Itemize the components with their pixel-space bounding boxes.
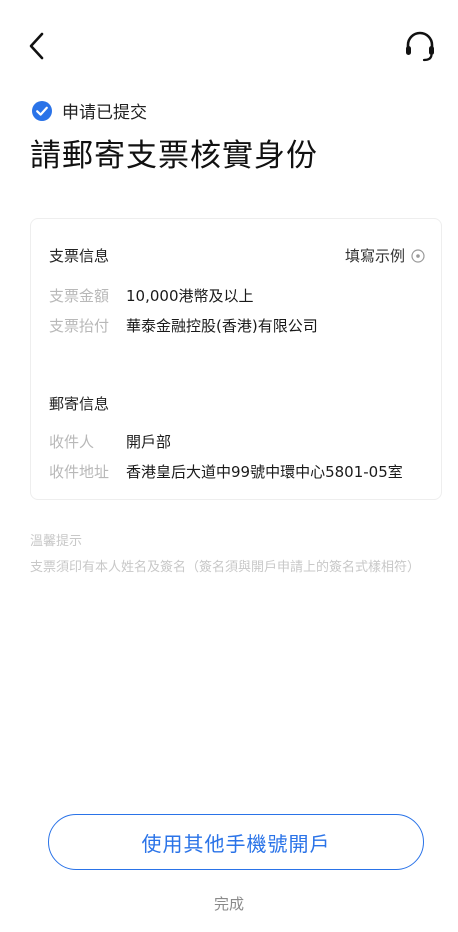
address-row: 收件地址 香港皇后大道中99號中環中心5801-05室 [49,461,403,482]
address-value: 香港皇后大道中99號中環中心5801-05室 [126,463,403,481]
done-button[interactable]: 完成 [0,893,458,914]
example-link[interactable]: 填寫示例 [345,245,425,266]
example-link-label: 填寫示例 [344,247,405,265]
info-circle-icon [411,248,425,263]
mail-section-title: 郵寄信息 [49,395,110,413]
cheque-amount-label: 支票金額 [49,287,110,305]
cheque-amount-value: 10,000港幣及以上 [126,287,254,305]
cheque-amount-row: 支票金額 10,000港幣及以上 [49,285,254,306]
cheque-payee-row: 支票抬付 華泰金融控股(香港)有限公司 [49,315,318,336]
use-other-phone-button[interactable]: 使用其他手機號開戶 [48,814,424,870]
info-card: 支票信息 填寫示例 支票金額 10,000港幣及以上 支票抬付 華泰金融控股(香… [30,218,442,500]
status-text: 申请已提交 [62,103,147,123]
recipient-value: 開戶部 [126,433,172,451]
recipient-row: 收件人 開戶部 [49,431,171,452]
cheque-section-title: 支票信息 [49,247,110,265]
recipient-label: 收件人 [49,433,95,451]
tips-body: 支票須印有本人姓名及簽名（簽名須與開戶申請上的簽名式樣相符） [30,560,421,575]
page-title: 請郵寄支票核實身份 [30,138,318,174]
headset-icon[interactable] [400,26,440,66]
top-bar [0,0,458,90]
cheque-payee-label: 支票抬付 [49,317,110,335]
check-circle-icon [32,100,52,121]
tips-title: 溫馨提示 [30,534,83,549]
cheque-payee-value: 華泰金融控股(香港)有限公司 [126,317,318,335]
address-label: 收件地址 [49,463,110,481]
status-line: 申请已提交 [32,98,147,123]
chevron-left-icon[interactable] [22,28,52,64]
